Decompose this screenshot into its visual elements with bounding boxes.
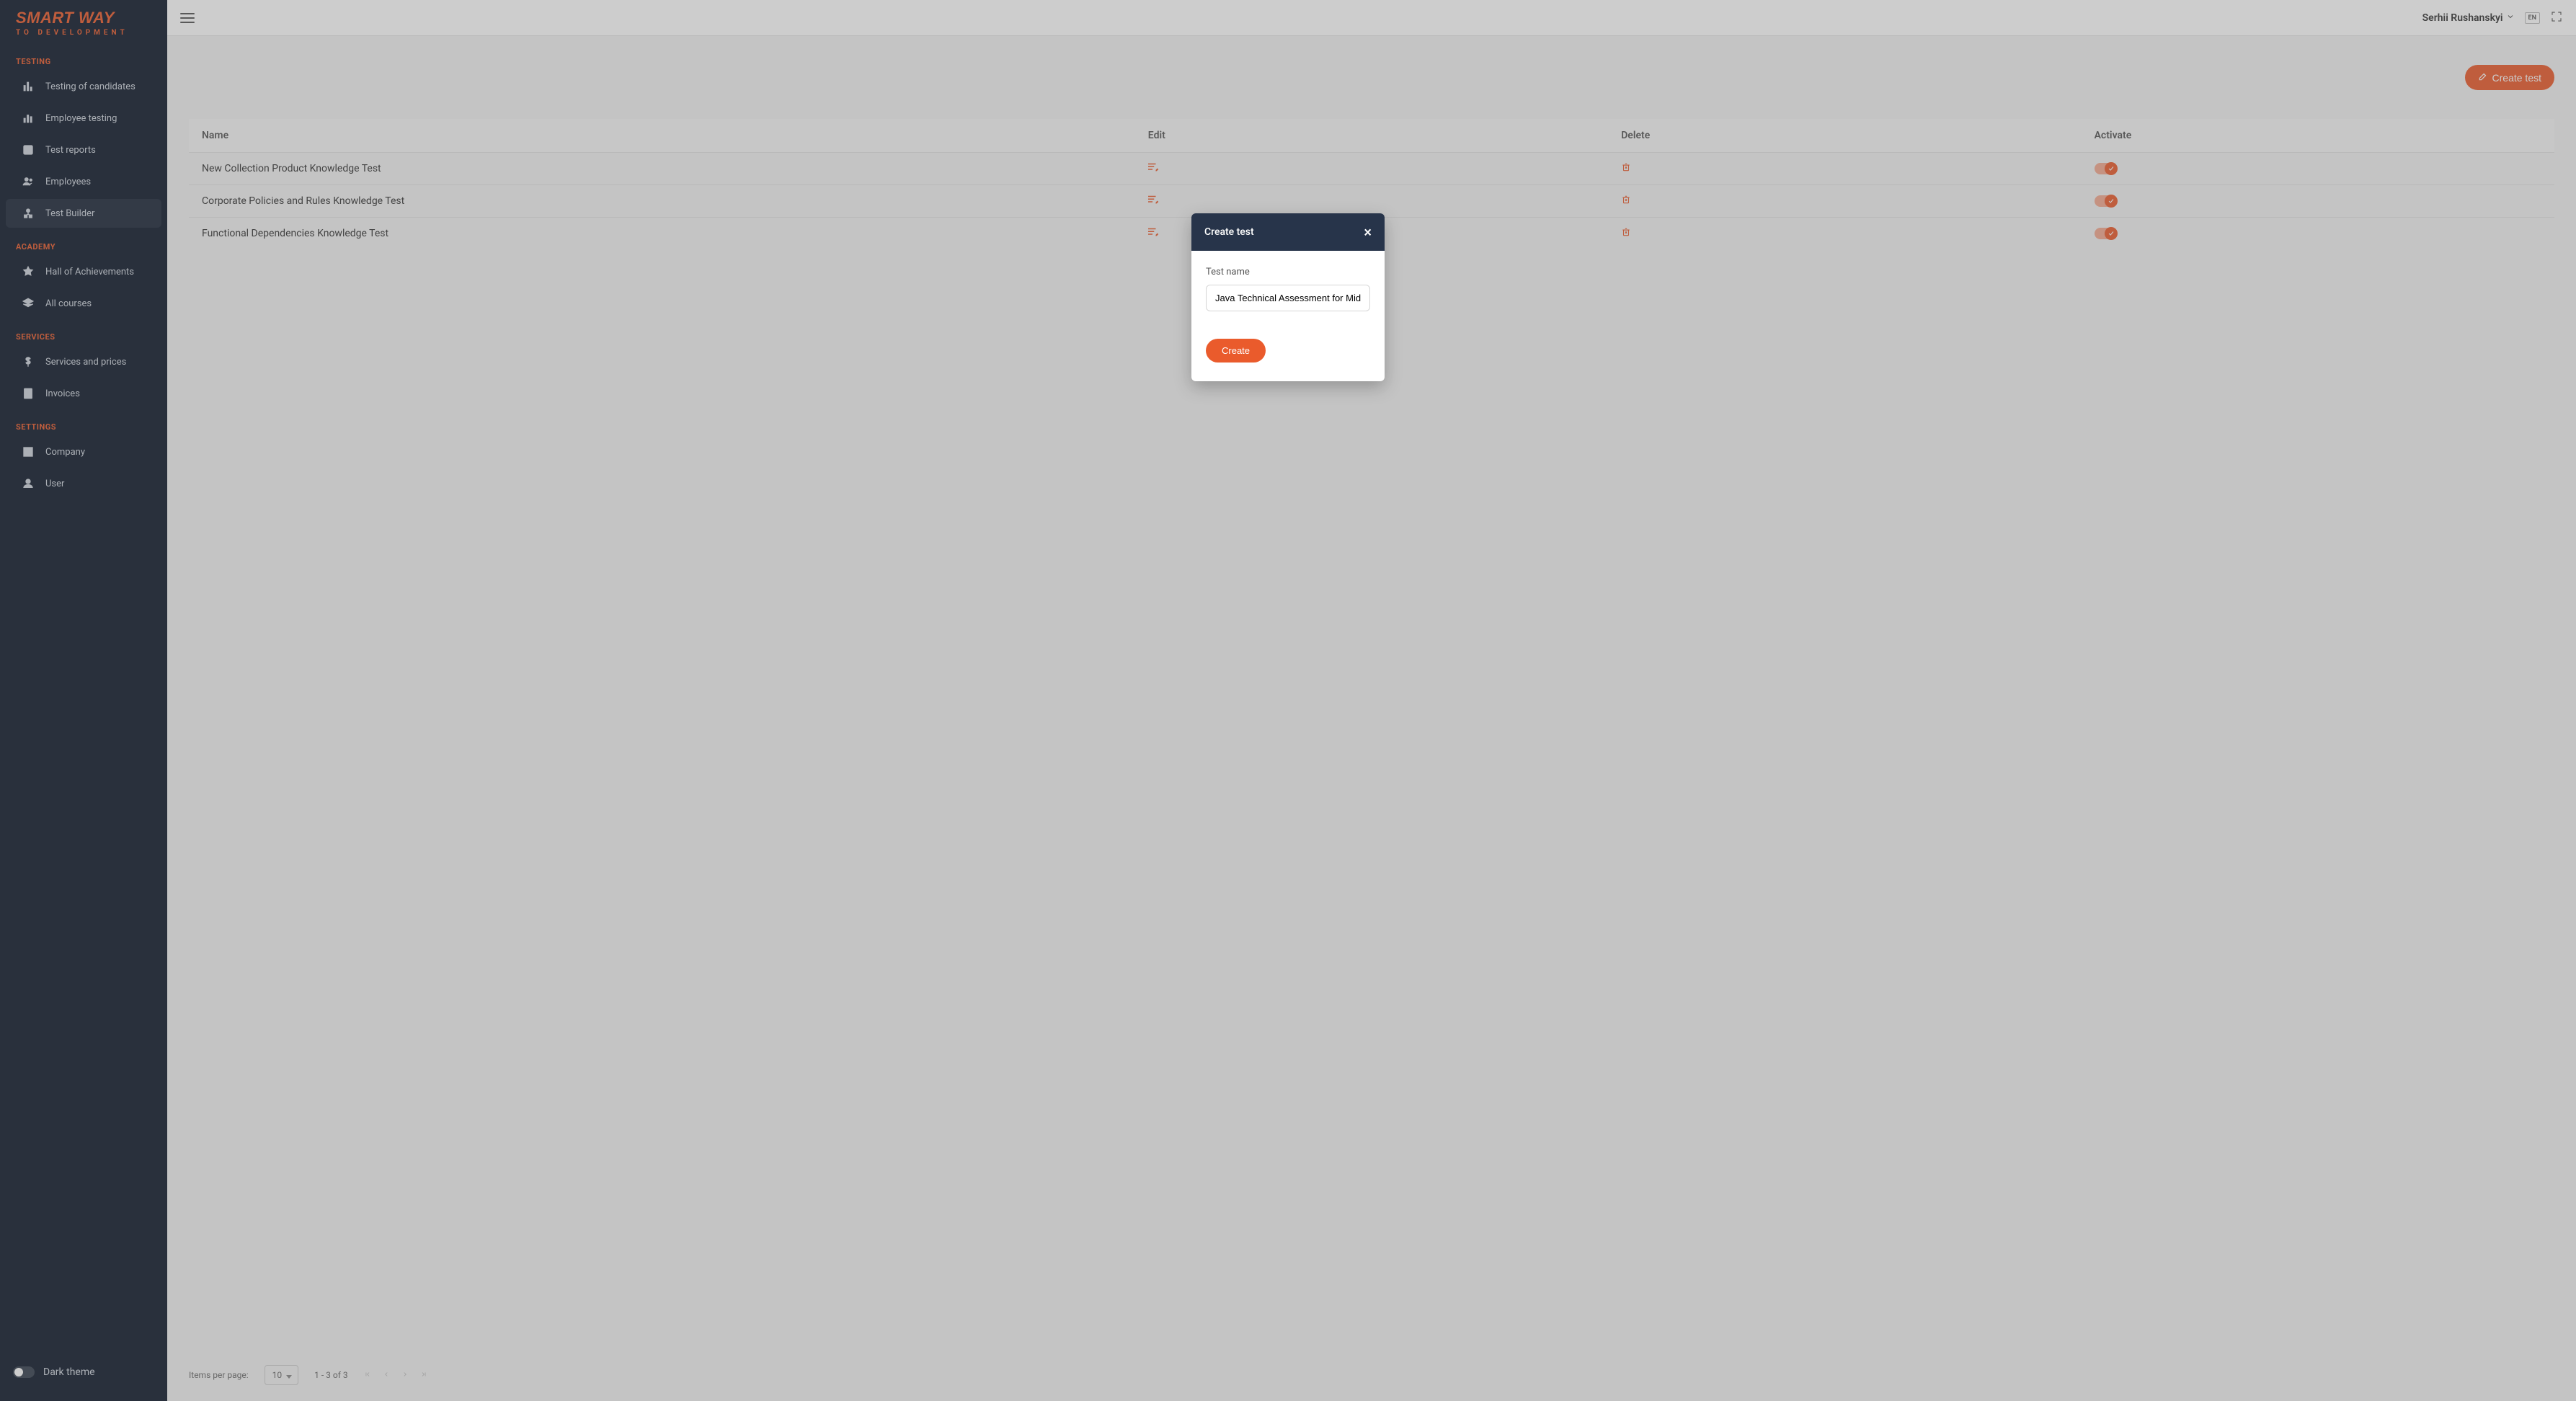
close-icon[interactable]: × <box>1364 225 1372 239</box>
modal-create-label: Create <box>1222 345 1250 356</box>
modal-title: Create test <box>1204 226 1254 238</box>
modal-create-button[interactable]: Create <box>1206 339 1266 363</box>
modal-header: Create test × <box>1191 213 1385 251</box>
modal-overlay[interactable]: Create test × Test name Create <box>0 0 2576 1401</box>
test-name-label: Test name <box>1206 267 1370 277</box>
test-name-input[interactable] <box>1206 285 1370 311</box>
create-test-modal: Create test × Test name Create <box>1191 213 1385 381</box>
